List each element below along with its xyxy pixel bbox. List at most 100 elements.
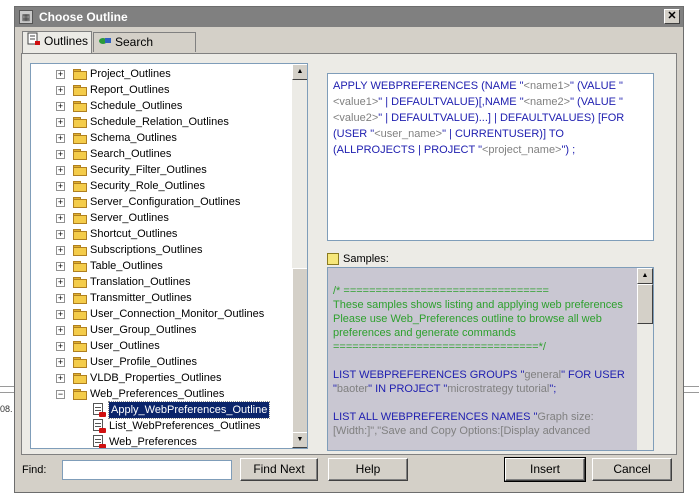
samples-icon (327, 253, 339, 266)
scroll-up-button[interactable]: ▲ (292, 64, 307, 80)
tree-folder-label: Server_Outlines (90, 212, 169, 224)
command-placeholder: baoter (336, 383, 369, 395)
outline-tree[interactable]: + Project_Outlines + Report_Outlines + Schedu… (30, 63, 308, 449)
folder-icon (73, 213, 87, 224)
command-placeholder: <name2> (523, 96, 571, 108)
folder-icon (73, 165, 87, 176)
find-input[interactable] (62, 460, 232, 480)
tree-folder-label: Search_Outlines (90, 148, 172, 160)
folder-icon (73, 85, 87, 96)
folder-icon (73, 261, 87, 272)
samples-comment-line: Please use Web_Preferences outline to br… (333, 313, 602, 339)
command-placeholder: <name1> (523, 80, 571, 92)
expand-icon[interactable]: + (56, 214, 65, 223)
find-label: Find: (22, 464, 47, 476)
close-button[interactable]: ✕ (664, 9, 680, 24)
expand-icon[interactable]: + (56, 310, 65, 319)
folder-icon (73, 69, 87, 80)
expand-icon[interactable]: + (56, 326, 65, 335)
scroll-down-button[interactable]: ▼ (292, 432, 307, 448)
samples-box[interactable]: /* ================================ These… (327, 267, 654, 451)
samples-comment-line: These samples shows listing and applying… (333, 299, 623, 311)
expand-icon[interactable]: + (56, 70, 65, 79)
command-keyword: " | DEFAULTVALUE)[,NAME " (378, 96, 524, 108)
tree-folder-label: User_Connection_Monitor_Outlines (90, 308, 265, 320)
tree-folder-label: Web_Preferences_Outlines (90, 388, 225, 400)
expand-icon[interactable]: + (56, 358, 65, 367)
expand-icon[interactable]: + (56, 374, 65, 383)
tree-folder-label: User_Profile_Outlines (90, 356, 197, 368)
expand-icon[interactable]: + (56, 262, 65, 271)
expand-icon[interactable]: + (56, 230, 65, 239)
command-keyword: "; (549, 383, 557, 395)
command-text-box[interactable]: APPLY WEBPREFERENCES (NAME "<name1>" (VA… (327, 73, 654, 241)
background-line (0, 392, 14, 393)
command-placeholder: <project_name> (481, 144, 562, 156)
samples-header: Samples: (327, 251, 389, 267)
search-objects-icon (98, 34, 112, 52)
expand-icon[interactable]: + (56, 182, 65, 191)
tree-folder-label: Schedule_Relation_Outlines (90, 116, 229, 128)
tab-outlines[interactable]: Outlines (22, 31, 92, 53)
expand-icon[interactable]: + (56, 278, 65, 287)
expand-icon[interactable]: + (56, 118, 65, 127)
tree-folder-label: Server_Configuration_Outlines (90, 196, 241, 208)
expand-icon[interactable]: + (56, 342, 65, 351)
background-line (684, 392, 699, 393)
find-next-button[interactable]: Find Next (240, 458, 318, 481)
tree-outline-label: List_WebPreferences_Outlines (109, 420, 261, 432)
tree-folder-label: Project_Outlines (90, 68, 171, 80)
command-keyword: " IN PROJECT " (368, 383, 448, 395)
expand-icon[interactable]: + (56, 198, 65, 207)
expand-icon[interactable]: + (56, 246, 65, 255)
tab-outlines-label: Outlines (44, 34, 89, 48)
samples-label: Samples: (343, 253, 389, 265)
command-keyword: " (VALUE " (570, 80, 623, 92)
command-keyword: ") ; (561, 144, 576, 156)
folder-icon (73, 341, 87, 352)
help-button[interactable]: Help (328, 458, 408, 481)
command-placeholder: <value2> (333, 112, 379, 124)
background-text: 08. (0, 404, 13, 414)
tree-folder-label: Subscriptions_Outlines (90, 244, 203, 256)
tree-folder-label: Shortcut_Outlines (90, 228, 178, 240)
outline-doc-icon (92, 435, 106, 448)
expand-icon[interactable]: + (56, 150, 65, 159)
samples-comment-line: /* ================================ (333, 285, 549, 297)
samples-scroll-thumb[interactable] (637, 284, 653, 324)
expand-icon[interactable]: + (56, 166, 65, 175)
scroll-thumb[interactable] (292, 268, 307, 433)
command-placeholder: general (524, 369, 562, 381)
folder-icon (73, 197, 87, 208)
expand-icon[interactable]: + (56, 134, 65, 143)
tree-folder-label: VLDB_Properties_Outlines (90, 372, 222, 384)
samples-scrollbar[interactable]: ▲ (637, 268, 653, 450)
command-placeholder: <value1> (333, 96, 379, 108)
tree-folder-label: Security_Filter_Outlines (90, 164, 207, 176)
folder-icon (73, 133, 87, 144)
sample-list-names: LIST ALL WEBPREFERENCES NAMES "Graph siz… (333, 410, 631, 438)
samples-comment: /* ================================ These… (333, 284, 631, 354)
folder-icon (73, 117, 87, 128)
collapse-icon[interactable]: − (56, 390, 65, 399)
outline-doc-icon (92, 419, 106, 433)
command-placeholder: <user_name> (374, 128, 443, 140)
samples-scroll-up-button[interactable]: ▲ (637, 268, 653, 284)
expand-icon[interactable]: + (56, 86, 65, 95)
folder-icon (73, 101, 87, 112)
tree-outline-label: Apply_WebPreferences_Outline (107, 401, 271, 419)
tree-folder-label: Schema_Outlines (90, 132, 177, 144)
folder-icon (73, 181, 87, 192)
outline-doc-icon (92, 403, 106, 417)
command-text: APPLY WEBPREFERENCES (NAME "<name1>" (VA… (333, 80, 624, 156)
expand-icon[interactable]: + (56, 294, 65, 303)
folder-icon (73, 277, 87, 288)
app-icon: ▦ (19, 10, 33, 24)
cancel-button[interactable]: Cancel (592, 458, 672, 481)
tab-search-objects[interactable]: Search Objects (93, 32, 196, 68)
tree-folder-label: User_Group_Outlines (90, 324, 197, 336)
expand-icon[interactable]: + (56, 102, 65, 111)
insert-button[interactable]: Insert (504, 457, 586, 482)
tree-scrollbar[interactable]: ▲ ▼ (292, 64, 307, 448)
folder-icon (73, 149, 87, 160)
